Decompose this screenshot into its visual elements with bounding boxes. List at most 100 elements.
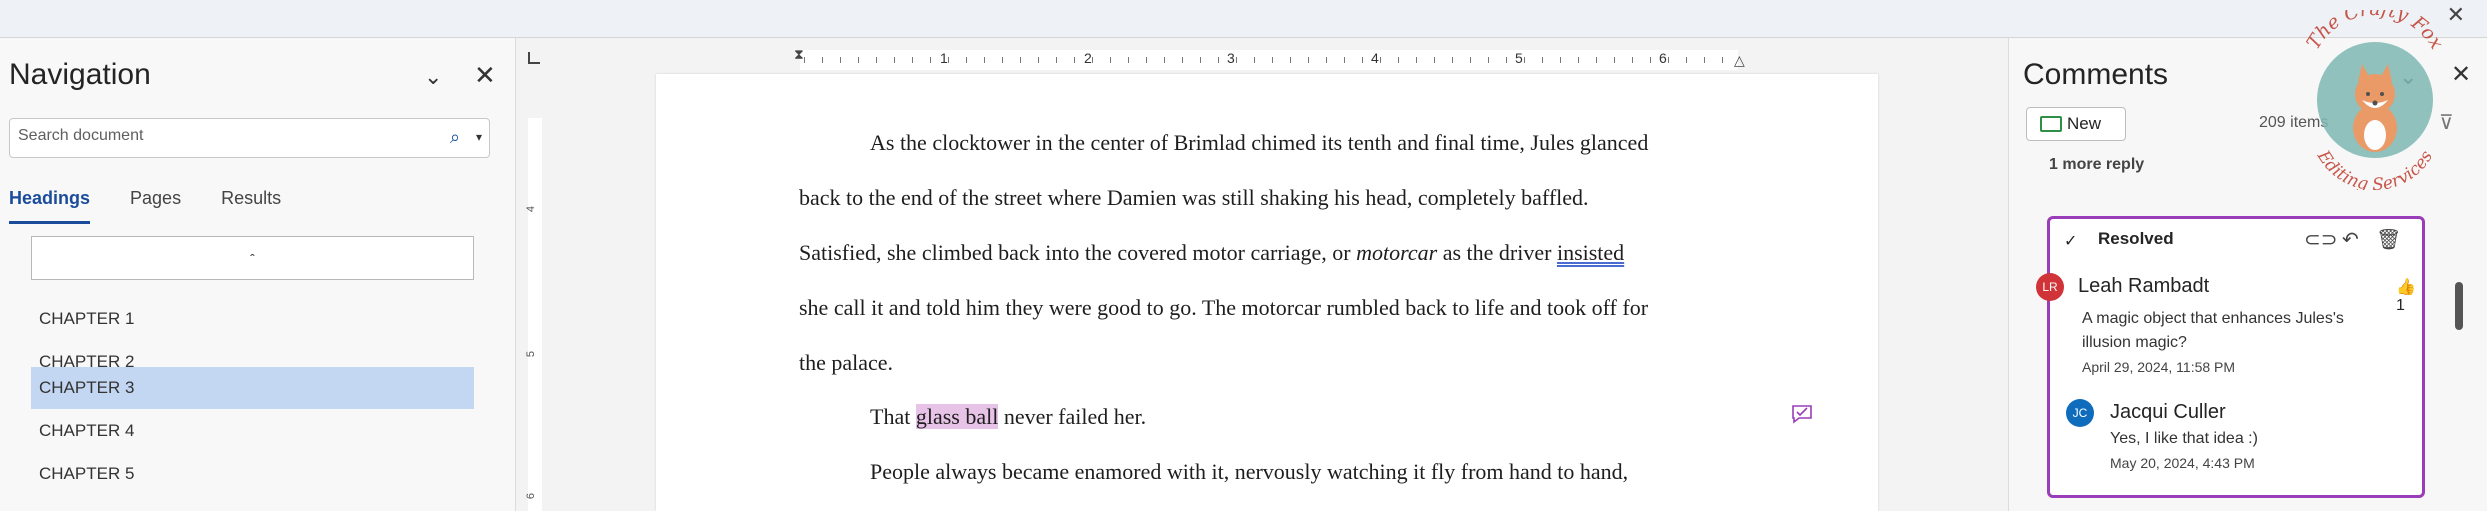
paragraph-line: Satisfied, she climbed back into the cov…: [799, 240, 1624, 266]
ruler-tick: [1650, 57, 1651, 63]
close-icon[interactable]: ✕: [474, 60, 496, 91]
ruler-tick: [984, 57, 985, 63]
like-button[interactable]: 👍 1: [2396, 277, 2422, 315]
ruler-tick: [1056, 57, 1057, 63]
ruler-tick: [1416, 57, 1417, 63]
paragraph-line: back to the end of the street where Dami…: [799, 185, 1589, 210]
comment-marker-icon[interactable]: [1791, 404, 1813, 424]
chevron-down-icon[interactable]: ⌄: [424, 64, 442, 90]
chevron-down-icon[interactable]: ▾: [476, 130, 482, 144]
horizontal-ruler: 1 2 3 4 5 6 ⧗ △: [554, 46, 1970, 74]
ruler-tick: [1380, 57, 1381, 63]
text-run: never failed her.: [998, 404, 1147, 429]
heading-item-chapter-3[interactable]: CHAPTER 3: [31, 367, 474, 409]
tab-stop-selector[interactable]: [528, 52, 540, 64]
crafty-fox-logo: The Crafty Fox Editing Services: [2302, 10, 2447, 190]
document-page[interactable]: As the clocktower in the center of Briml…: [656, 74, 1878, 511]
comments-title: Comments: [2023, 58, 2169, 91]
ruler-tick: [1146, 57, 1147, 63]
ruler-tick: [1200, 57, 1201, 63]
ruler-tick: [912, 57, 913, 63]
text-run: Satisfied, she climbed back into the cov…: [799, 240, 1357, 265]
tab-results[interactable]: Results: [221, 188, 281, 224]
ruler-tick: [1524, 57, 1525, 63]
tab-pages[interactable]: Pages: [130, 188, 181, 224]
ruler-tick: [1596, 57, 1597, 63]
search-input[interactable]: [18, 127, 438, 145]
comment-body-line: illusion magic?: [2082, 334, 2187, 351]
ruler-tick: [1614, 57, 1615, 63]
avatar: LR: [2036, 273, 2064, 301]
reopen-icon[interactable]: ↶: [2342, 227, 2359, 252]
vertical-ruler-strip: [528, 118, 542, 511]
heading-item-chapter-1[interactable]: CHAPTER 1: [31, 298, 474, 340]
ruler-tick: [840, 57, 841, 63]
ruler-tick: [1290, 57, 1291, 63]
collapse-all-button[interactable]: ˆ: [31, 236, 474, 280]
navigation-title: Navigation: [9, 58, 151, 91]
avatar: JC: [2066, 399, 2094, 427]
ruler-tick: [1722, 57, 1723, 63]
ruler-tick: [1488, 57, 1489, 63]
scrollbar-thumb[interactable]: [2455, 282, 2463, 330]
ruler-tick: [1560, 57, 1561, 63]
ruler-label: 4: [1371, 50, 1379, 66]
search-icon[interactable]: ⌕: [450, 127, 460, 148]
resolved-status: Resolved: [2098, 229, 2174, 248]
nav-tabs: Headings Pages Results: [9, 188, 321, 224]
new-comment-label: New: [2067, 114, 2102, 133]
link-icon[interactable]: ⊂⊃: [2304, 227, 2338, 252]
more-replies-link[interactable]: 1 more reply: [2049, 156, 2144, 174]
ruler-tick: [1506, 57, 1507, 63]
indent-marker-icon[interactable]: ⧗: [794, 46, 804, 63]
top-bar: ✕: [0, 0, 2487, 38]
comment-author: Leah Rambadt: [2078, 275, 2210, 297]
ruler-tick: [930, 57, 931, 63]
ruler-tick: [1182, 57, 1183, 63]
right-indent-marker-icon[interactable]: △: [1734, 52, 1745, 69]
ruler-tick: [876, 57, 877, 63]
commented-text-highlight[interactable]: glass ball: [915, 404, 999, 429]
ruler-label: 6: [525, 492, 538, 500]
comment-thread[interactable]: ✓ Resolved ⊂⊃ ↶ 🗑 LR Leah Rambadt 👍 1 A …: [2036, 216, 2425, 498]
ruler-tick: [1002, 57, 1003, 63]
ruler-tick: [858, 57, 859, 63]
tab-headings[interactable]: Headings: [9, 188, 91, 224]
ruler-tick: [1272, 57, 1273, 63]
checkmark-icon: ✓: [2064, 233, 2078, 250]
like-count: 1: [2396, 297, 2405, 314]
heading-item-chapter-5[interactable]: CHAPTER 5: [31, 453, 474, 495]
ruler-tick: [1434, 57, 1435, 63]
ruler-tick: [1470, 57, 1471, 63]
ruler-label: 5: [1515, 50, 1523, 66]
heading-item-chapter-4[interactable]: CHAPTER 4: [31, 410, 474, 452]
comment-date: April 29, 2024, 11:58 PM: [2082, 359, 2236, 375]
ruler-tick: [1236, 57, 1237, 63]
avatar-initials: LR: [2042, 280, 2058, 294]
ruler-label: 5: [525, 350, 538, 358]
paragraph-line: People always became enamored with it, n…: [870, 459, 1629, 484]
paragraph-line: she call it and told him they were good …: [799, 295, 1649, 320]
ruler-tick: [1164, 57, 1165, 63]
ruler-tick: [1362, 57, 1363, 63]
italic-text-run: motorcar: [1356, 240, 1438, 265]
search-box[interactable]: ⌕ ▾: [9, 118, 490, 158]
delete-icon[interactable]: 🗑: [2376, 227, 2401, 252]
ruler-tick: [1092, 57, 1093, 63]
navigation-pane: Navigation ⌄ ✕ ⌕ ▾ Headings Pages Result…: [0, 38, 516, 511]
grammar-flagged-word[interactable]: insisted: [1557, 240, 1624, 265]
vertical-ruler: 4 5 6: [522, 38, 546, 511]
ruler-label: 1: [940, 50, 948, 66]
ruler-label: 2: [1084, 50, 1092, 66]
ruler-tick: [822, 57, 823, 63]
paragraph-line: the palace.: [799, 350, 894, 375]
ruler-tick: [894, 57, 895, 63]
ruler-tick: [1074, 57, 1075, 63]
ruler-tick: [804, 57, 805, 63]
thumbs-up-icon: 👍: [2396, 279, 2416, 296]
ruler-tick: [1578, 57, 1579, 63]
ruler-tick: [948, 57, 949, 63]
ruler-label: 4: [525, 205, 538, 213]
new-comment-button[interactable]: New: [2026, 107, 2126, 141]
ruler-tick: [1038, 57, 1039, 63]
